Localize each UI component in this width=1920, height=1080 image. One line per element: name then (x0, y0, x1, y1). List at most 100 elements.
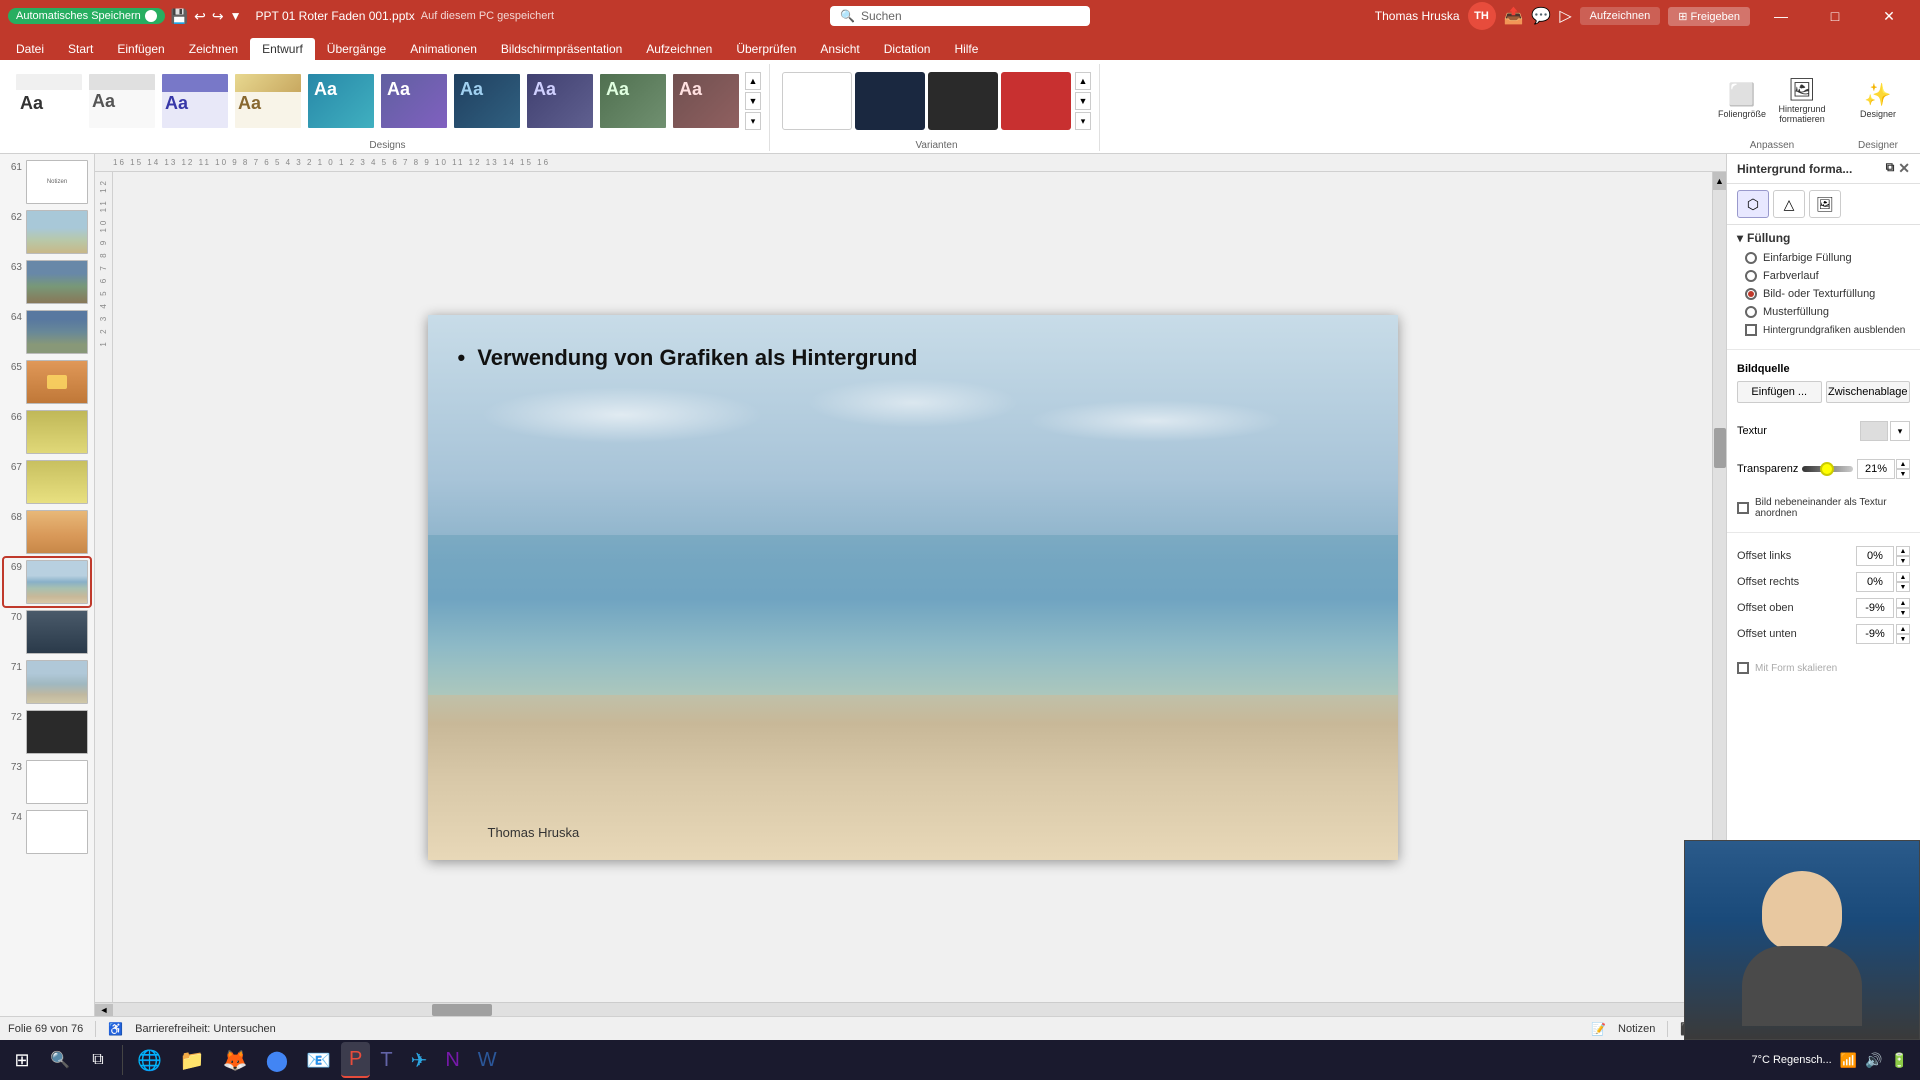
theme-6[interactable]: Aa (379, 72, 449, 130)
notes-label[interactable]: Notizen (1618, 1023, 1655, 1035)
word-app[interactable]: W (470, 1042, 505, 1078)
record-btn[interactable]: Aufzeichnen (1580, 7, 1661, 25)
slide-item-61[interactable]: 61 Notizen (4, 158, 90, 206)
variants-scroll-down[interactable]: ▼ (1075, 92, 1091, 110)
option-einfarbig[interactable]: Einfarbige Füllung (1745, 249, 1910, 267)
slide-item-71[interactable]: 71 (4, 658, 90, 706)
theme-5[interactable]: Aa (306, 72, 376, 130)
teams-app[interactable]: T (372, 1042, 400, 1078)
checkbox-ausblenden[interactable] (1745, 324, 1757, 336)
themes-scroll-up[interactable]: ▲ (745, 72, 761, 90)
close-button[interactable]: ✕ (1866, 0, 1912, 32)
transparenz-handle[interactable] (1820, 462, 1834, 476)
panel-expand-icon[interactable]: ⧉ (1886, 160, 1895, 177)
panel-close-icon[interactable]: ✕ (1898, 160, 1910, 177)
search-box[interactable]: 🔍 Suchen (830, 6, 1090, 26)
tab-datei[interactable]: Datei (4, 38, 56, 60)
einfuegen-button[interactable]: Einfügen ... (1737, 381, 1822, 403)
outlook-app[interactable]: 📧 (298, 1042, 339, 1078)
offset-unten-down[interactable]: ▼ (1896, 634, 1910, 644)
redo-icon[interactable]: ↪ (212, 8, 224, 25)
option-muster[interactable]: Musterfüllung (1745, 303, 1910, 321)
transparenz-spin-up[interactable]: ▲ (1896, 459, 1910, 469)
scroll-left-btn[interactable]: ◄ (95, 1004, 113, 1016)
slide-item-64[interactable]: 64 (4, 308, 90, 356)
offset-oben-up[interactable]: ▲ (1896, 598, 1910, 608)
taskview-button[interactable]: ⧉ (80, 1042, 116, 1078)
undo-icon[interactable]: ↩ (194, 8, 206, 25)
tab-zeichnen[interactable]: Zeichnen (177, 38, 250, 60)
offset-unten-up[interactable]: ▲ (1896, 624, 1910, 634)
theme-8[interactable]: Aa (525, 72, 595, 130)
tab-hilfe[interactable]: Hilfe (942, 38, 990, 60)
edge-app[interactable]: 🌐 (129, 1042, 170, 1078)
offset-links-down[interactable]: ▼ (1896, 556, 1910, 566)
slide-size-button[interactable]: ⬜ Foliengröße (1714, 72, 1770, 130)
scroll-up-btn[interactable]: ▲ (1713, 172, 1726, 190)
h-scroll-thumb[interactable] (432, 1004, 492, 1016)
radio-bild[interactable] (1745, 288, 1757, 300)
theme-7[interactable]: Aa (452, 72, 522, 130)
slide-item-70[interactable]: 70 (4, 608, 90, 656)
tab-einfuegen[interactable]: Einfügen (105, 38, 176, 60)
telegram-app[interactable]: ✈ (403, 1042, 436, 1078)
tab-start[interactable]: Start (56, 38, 105, 60)
zwischenablage-button[interactable]: Zwischenablage (1826, 381, 1911, 403)
scroll-thumb[interactable] (1714, 428, 1726, 468)
radio-farbverlauf[interactable] (1745, 270, 1757, 282)
explorer-app[interactable]: 📁 (172, 1042, 213, 1078)
tab-bildschirm[interactable]: Bildschirmpräsentation (489, 38, 634, 60)
horizontal-scrollbar[interactable]: ◄ ► (95, 1002, 1726, 1016)
designer-button[interactable]: ✨ Designer (1850, 72, 1906, 130)
minimize-button[interactable]: — (1758, 0, 1804, 32)
more-icon[interactable]: ▼ (230, 9, 242, 23)
windows-start-button[interactable]: ⊞ (4, 1042, 40, 1078)
tab-dictation[interactable]: Dictation (872, 38, 943, 60)
radio-einfarbig[interactable] (1745, 252, 1757, 264)
offset-unten-value[interactable]: -9% (1856, 624, 1894, 644)
variants-scroll-up[interactable]: ▲ (1075, 72, 1091, 90)
theme-1[interactable]: Aa (14, 72, 84, 130)
theme-9[interactable]: Aa (598, 72, 668, 130)
offset-rechts-value[interactable]: 0% (1856, 572, 1894, 592)
fill-section-title[interactable]: ▾ Füllung (1737, 231, 1910, 245)
slide-item-74[interactable]: 74 (4, 808, 90, 856)
transparenz-slider[interactable] (1802, 466, 1853, 472)
tab-entwurf[interactable]: Entwurf (250, 38, 315, 60)
autosave-toggle[interactable]: Automatisches Speichern (8, 8, 165, 24)
checkbox-nebeneinander[interactable] (1737, 502, 1749, 514)
radio-muster[interactable] (1745, 306, 1757, 318)
shape-tab-button[interactable]: △ (1773, 190, 1805, 218)
battery-icon[interactable]: 🔋 (1891, 1052, 1908, 1069)
volume-icon[interactable]: 🔊 (1865, 1052, 1882, 1069)
themes-scroll-down[interactable]: ▼ (745, 92, 761, 110)
maximize-button[interactable]: □ (1812, 0, 1858, 32)
variant-1[interactable] (782, 72, 852, 130)
themes-scroll-more[interactable]: ▾ (745, 112, 761, 130)
slide-item-69[interactable]: 69 (4, 558, 90, 606)
slide-item-67[interactable]: 67 (4, 458, 90, 506)
option-nebeneinander[interactable]: Bild nebeneinander als Textur anordnen (1737, 494, 1910, 522)
slide-item-73[interactable]: 73 (4, 758, 90, 806)
slide-item-66[interactable]: 66 (4, 408, 90, 456)
tab-ueberpruefen[interactable]: Überprüfen (724, 38, 808, 60)
variant-2[interactable] (855, 72, 925, 130)
save-icon[interactable]: 💾 (171, 8, 188, 25)
notes-icon[interactable]: 📝 (1591, 1022, 1606, 1036)
onenote-app[interactable]: N (437, 1042, 467, 1078)
offset-links-up[interactable]: ▲ (1896, 546, 1910, 556)
slide-item-63[interactable]: 63 (4, 258, 90, 306)
share-btn[interactable]: ⊞ Freigeben (1668, 7, 1750, 26)
variant-4[interactable] (1001, 72, 1071, 130)
slide-item-68[interactable]: 68 (4, 508, 90, 556)
powerpoint-app[interactable]: P (341, 1042, 370, 1078)
option-ausblenden[interactable]: Hintergrundgrafiken ausblenden (1745, 321, 1910, 339)
avatar[interactable]: TH (1468, 2, 1496, 30)
present-icon[interactable]: ▷ (1559, 6, 1571, 26)
textur-dropdown-button[interactable]: ▾ (1890, 421, 1910, 441)
bg-format-button[interactable]: 🖼 Hintergrund formatieren (1774, 72, 1830, 130)
option-farbverlauf[interactable]: Farbverlauf (1745, 267, 1910, 285)
chrome-app[interactable]: ⬤ (258, 1042, 296, 1078)
tab-ansicht[interactable]: Ansicht (808, 38, 871, 60)
offset-rechts-down[interactable]: ▼ (1896, 582, 1910, 592)
